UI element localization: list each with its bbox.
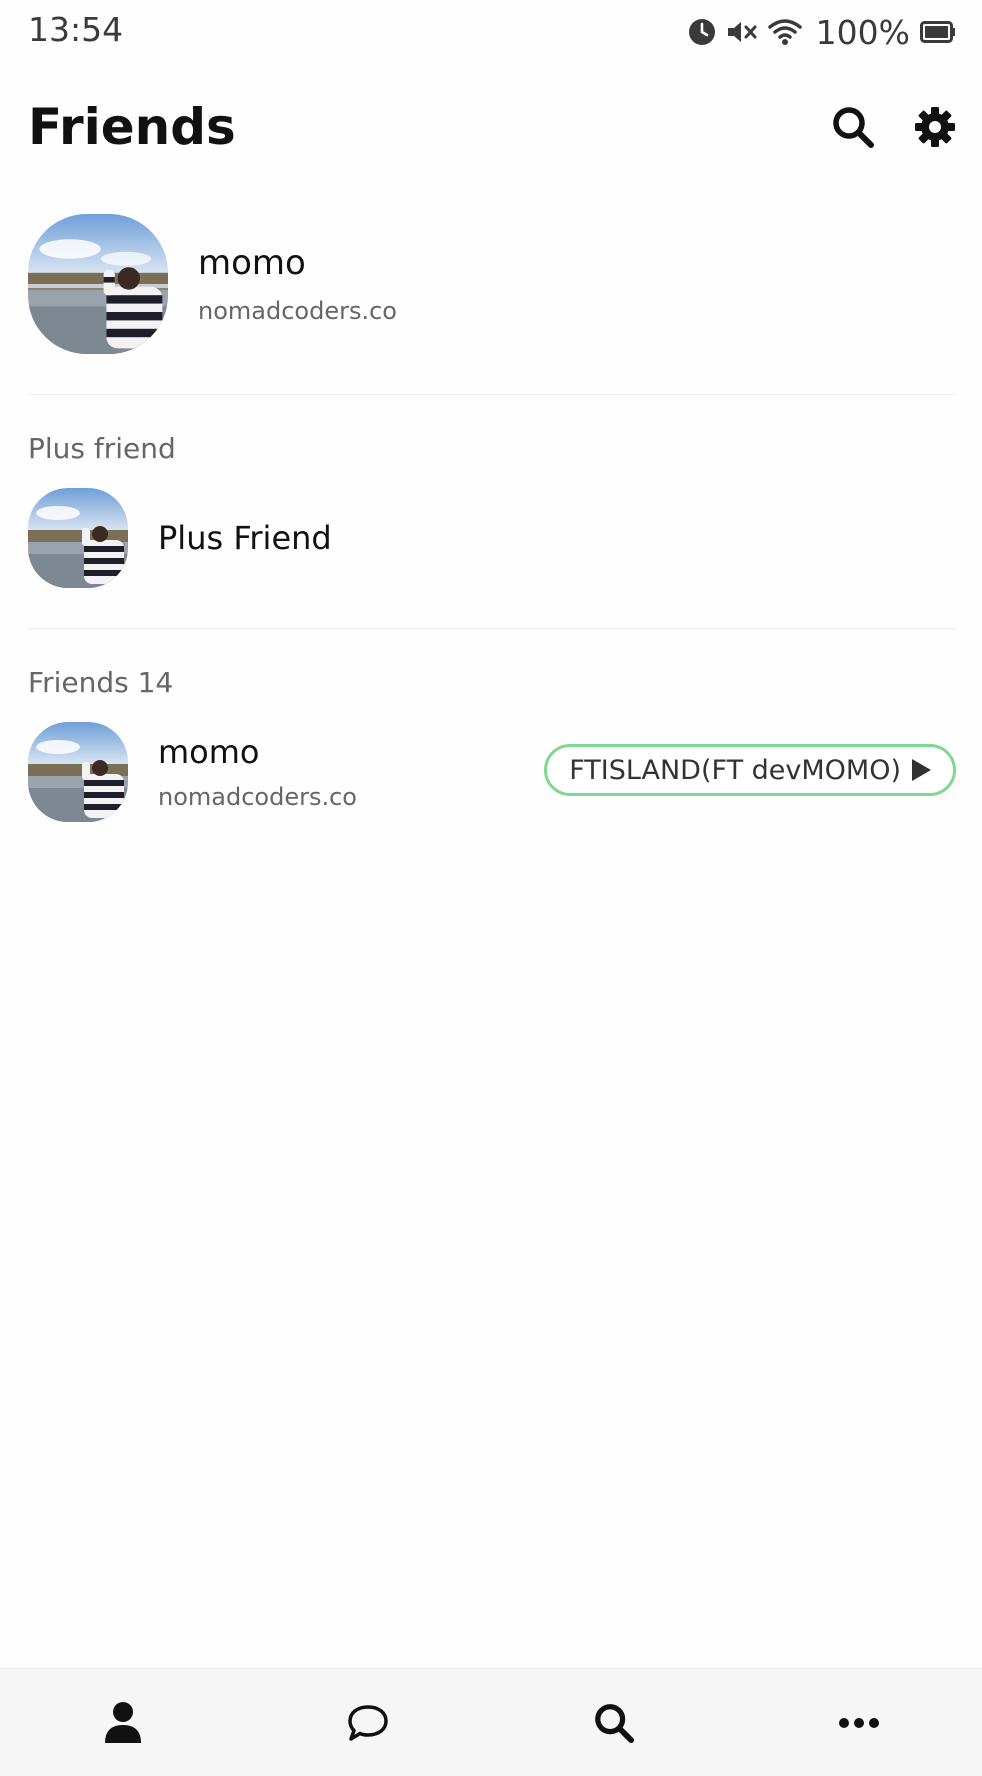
- friends-screen: 13:54 100% Friends momo nomadcoders.co P…: [0, 0, 982, 1776]
- plus-friend-texts: Plus Friend: [158, 519, 332, 557]
- more-dots-icon: [839, 1718, 880, 1728]
- divider: [28, 628, 956, 629]
- person-icon: [104, 1702, 141, 1743]
- my-profile-status: nomadcoders.co: [198, 297, 397, 325]
- status-bar: 13:54 100%: [0, 0, 982, 62]
- settings-button[interactable]: [912, 104, 958, 150]
- chat-bubble-icon: [348, 1705, 388, 1741]
- friend-name: momo: [158, 733, 260, 771]
- section-label-plus-friend: Plus friend: [28, 432, 176, 465]
- friend-texts: momo nomadcoders.co: [158, 733, 357, 811]
- header-actions: [830, 104, 958, 150]
- settings-gear-icon: [915, 107, 955, 147]
- music-badge[interactable]: FTISLAND(FT devMOMO): [544, 744, 956, 796]
- mute-icon: [726, 18, 758, 46]
- my-profile-texts: momo nomadcoders.co: [198, 243, 397, 325]
- battery-icon: [920, 21, 956, 43]
- nav-friends[interactable]: [63, 1683, 183, 1763]
- friend-status: nomadcoders.co: [158, 783, 357, 811]
- nav-chats[interactable]: [308, 1683, 428, 1763]
- plus-friend-name: Plus Friend: [158, 519, 332, 557]
- music-title: FTISLAND(FT devMOMO): [569, 754, 901, 786]
- search-button[interactable]: [830, 104, 876, 150]
- my-profile-row[interactable]: momo nomadcoders.co: [28, 214, 956, 354]
- status-time: 13:54: [28, 10, 124, 49]
- friend-row[interactable]: momo nomadcoders.co FTISLAND(FT devMOMO): [28, 722, 956, 822]
- nav-more[interactable]: [799, 1683, 919, 1763]
- my-profile-name: momo: [198, 243, 306, 283]
- section-label-friends: Friends 14: [28, 666, 174, 699]
- status-icons: 100%: [688, 12, 956, 52]
- battery-percent: 100%: [815, 12, 910, 52]
- page-title: Friends: [28, 98, 236, 156]
- bottom-nav: [0, 1668, 982, 1776]
- divider: [28, 394, 956, 395]
- search-icon: [833, 107, 874, 148]
- wifi-icon: [767, 18, 802, 46]
- plus-friend-avatar: [28, 488, 128, 588]
- plus-friend-row[interactable]: Plus Friend: [28, 488, 956, 588]
- nav-find[interactable]: [554, 1683, 674, 1763]
- search-icon: [594, 1704, 634, 1744]
- friend-avatar: [28, 722, 128, 822]
- alarm-icon: [688, 18, 716, 46]
- my-profile-avatar: [28, 214, 168, 354]
- play-icon: [912, 759, 931, 781]
